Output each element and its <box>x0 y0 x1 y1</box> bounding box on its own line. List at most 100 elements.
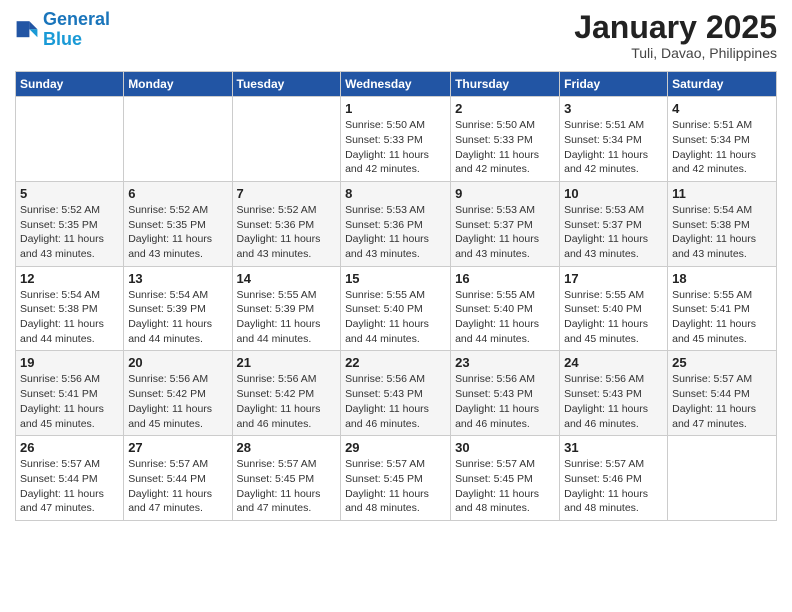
day-info: Sunrise: 5:50 AMSunset: 5:33 PMDaylight:… <box>455 118 555 177</box>
day-info: Sunrise: 5:54 AMSunset: 5:38 PMDaylight:… <box>20 288 119 347</box>
day-number: 10 <box>564 186 663 201</box>
calendar-cell: 10 Sunrise: 5:53 AMSunset: 5:37 PMDayligh… <box>560 181 668 266</box>
calendar-cell: 25 Sunrise: 5:57 AMSunset: 5:44 PMDayligh… <box>668 351 777 436</box>
day-number: 23 <box>455 355 555 370</box>
calendar-cell: 16Sunrise: 5:55 AMSunset: 5:40 PMDayligh… <box>451 266 560 351</box>
logo-general: General <box>43 9 110 29</box>
calendar-cell: 2 Sunrise: 5:50 AMSunset: 5:33 PMDaylight… <box>451 97 560 182</box>
day-info: Sunrise: 5:51 AMSunset: 5:34 PMDaylight:… <box>564 118 663 177</box>
logo-blue: Blue <box>43 29 82 49</box>
day-info: Sunrise: 5:56 AMSunset: 5:43 PMDaylight:… <box>345 372 446 431</box>
page-container: General Blue January 2025 Tuli, Davao, P… <box>0 0 792 531</box>
day-number: 5 <box>20 186 119 201</box>
calendar-cell: 30 Sunrise: 5:57 AMSunset: 5:45 PMDayligh… <box>451 436 560 521</box>
logo-icon <box>15 18 39 42</box>
weekday-header-tuesday: Tuesday <box>232 72 341 97</box>
day-number: 17 <box>564 271 663 286</box>
day-number: 11 <box>672 186 772 201</box>
calendar-cell: 1 Sunrise: 5:50 AMSunset: 5:33 PMDaylight… <box>341 97 451 182</box>
calendar-cell: 17 Sunrise: 5:55 AMSunset: 5:40 PMDayligh… <box>560 266 668 351</box>
calendar-cell <box>16 97 124 182</box>
day-info: Sunrise: 5:55 AMSunset: 5:40 PMDaylight:… <box>455 288 555 347</box>
day-info: Sunrise: 5:53 AMSunset: 5:37 PMDaylight:… <box>564 203 663 262</box>
day-number: 27 <box>128 440 227 455</box>
day-info: Sunrise: 5:55 AMSunset: 5:41 PMDaylight:… <box>672 288 772 347</box>
day-number: 25 <box>672 355 772 370</box>
calendar-cell: 8 Sunrise: 5:53 AMSunset: 5:36 PMDaylight… <box>341 181 451 266</box>
day-info: Sunrise: 5:57 AMSunset: 5:45 PMDaylight:… <box>455 457 555 516</box>
day-info: Sunrise: 5:57 AMSunset: 5:44 PMDaylight:… <box>672 372 772 431</box>
day-number: 22 <box>345 355 446 370</box>
day-number: 29 <box>345 440 446 455</box>
day-info: Sunrise: 5:56 AMSunset: 5:43 PMDaylight:… <box>455 372 555 431</box>
calendar-cell: 24 Sunrise: 5:56 AMSunset: 5:43 PMDayligh… <box>560 351 668 436</box>
day-info: Sunrise: 5:54 AMSunset: 5:39 PMDaylight:… <box>128 288 227 347</box>
calendar-cell: 22 Sunrise: 5:56 AMSunset: 5:43 PMDayligh… <box>341 351 451 436</box>
calendar-cell: 23 Sunrise: 5:56 AMSunset: 5:43 PMDayligh… <box>451 351 560 436</box>
day-info: Sunrise: 5:57 AMSunset: 5:45 PMDaylight:… <box>237 457 337 516</box>
calendar-cell: 28Sunrise: 5:57 AMSunset: 5:45 PMDayligh… <box>232 436 341 521</box>
calendar-cell: 15 Sunrise: 5:55 AMSunset: 5:40 PMDayligh… <box>341 266 451 351</box>
calendar-cell: 12 Sunrise: 5:54 AMSunset: 5:38 PMDayligh… <box>16 266 124 351</box>
calendar-cell <box>668 436 777 521</box>
day-info: Sunrise: 5:50 AMSunset: 5:33 PMDaylight:… <box>345 118 446 177</box>
day-number: 13 <box>128 271 227 286</box>
day-number: 15 <box>345 271 446 286</box>
day-number: 9 <box>455 186 555 201</box>
day-info: Sunrise: 5:56 AMSunset: 5:41 PMDaylight:… <box>20 372 119 431</box>
page-title: January 2025 <box>574 10 777 45</box>
day-info: Sunrise: 5:53 AMSunset: 5:36 PMDaylight:… <box>345 203 446 262</box>
day-info: Sunrise: 5:55 AMSunset: 5:39 PMDaylight:… <box>237 288 337 347</box>
calendar-cell: 14 Sunrise: 5:55 AMSunset: 5:39 PMDayligh… <box>232 266 341 351</box>
day-number: 3 <box>564 101 663 116</box>
day-number: 21 <box>237 355 337 370</box>
weekday-header-saturday: Saturday <box>668 72 777 97</box>
day-info: Sunrise: 5:51 AMSunset: 5:34 PMDaylight:… <box>672 118 772 177</box>
day-info: Sunrise: 5:55 AMSunset: 5:40 PMDaylight:… <box>345 288 446 347</box>
day-number: 14 <box>237 271 337 286</box>
header: General Blue January 2025 Tuli, Davao, P… <box>15 10 777 61</box>
calendar-cell: 3 Sunrise: 5:51 AMSunset: 5:34 PMDaylight… <box>560 97 668 182</box>
day-number: 19 <box>20 355 119 370</box>
weekday-header-monday: Monday <box>124 72 232 97</box>
day-number: 26 <box>20 440 119 455</box>
day-info: Sunrise: 5:56 AMSunset: 5:43 PMDaylight:… <box>564 372 663 431</box>
day-number: 18 <box>672 271 772 286</box>
weekday-header-sunday: Sunday <box>16 72 124 97</box>
day-number: 7 <box>237 186 337 201</box>
calendar-cell: 26 Sunrise: 5:57 AMSunset: 5:44 PMDayligh… <box>16 436 124 521</box>
day-number: 6 <box>128 186 227 201</box>
calendar-table: SundayMondayTuesdayWednesdayThursdayFrid… <box>15 71 777 521</box>
calendar-cell: 5 Sunrise: 5:52 AMSunset: 5:35 PMDaylight… <box>16 181 124 266</box>
day-number: 12 <box>20 271 119 286</box>
day-info: Sunrise: 5:52 AMSunset: 5:35 PMDaylight:… <box>20 203 119 262</box>
day-number: 20 <box>128 355 227 370</box>
calendar-header-row: SundayMondayTuesdayWednesdayThursdayFrid… <box>16 72 777 97</box>
calendar-week-4: 19 Sunrise: 5:56 AMSunset: 5:41 PMDayligh… <box>16 351 777 436</box>
day-number: 31 <box>564 440 663 455</box>
day-info: Sunrise: 5:57 AMSunset: 5:44 PMDaylight:… <box>20 457 119 516</box>
calendar-cell: 18 Sunrise: 5:55 AMSunset: 5:41 PMDayligh… <box>668 266 777 351</box>
weekday-header-thursday: Thursday <box>451 72 560 97</box>
day-number: 24 <box>564 355 663 370</box>
day-number: 8 <box>345 186 446 201</box>
calendar-cell: 6 Sunrise: 5:52 AMSunset: 5:35 PMDaylight… <box>124 181 232 266</box>
calendar-cell: 7 Sunrise: 5:52 AMSunset: 5:36 PMDaylight… <box>232 181 341 266</box>
calendar-cell: 31Sunrise: 5:57 AMSunset: 5:46 PMDayligh… <box>560 436 668 521</box>
day-info: Sunrise: 5:54 AMSunset: 5:38 PMDaylight:… <box>672 203 772 262</box>
calendar-cell: 27Sunrise: 5:57 AMSunset: 5:44 PMDayligh… <box>124 436 232 521</box>
day-info: Sunrise: 5:57 AMSunset: 5:45 PMDaylight:… <box>345 457 446 516</box>
calendar-cell <box>232 97 341 182</box>
calendar-cell: 29 Sunrise: 5:57 AMSunset: 5:45 PMDayligh… <box>341 436 451 521</box>
day-number: 2 <box>455 101 555 116</box>
day-info: Sunrise: 5:52 AMSunset: 5:35 PMDaylight:… <box>128 203 227 262</box>
day-info: Sunrise: 5:55 AMSunset: 5:40 PMDaylight:… <box>564 288 663 347</box>
calendar-cell: 21Sunrise: 5:56 AMSunset: 5:42 PMDayligh… <box>232 351 341 436</box>
day-number: 30 <box>455 440 555 455</box>
calendar-cell: 19 Sunrise: 5:56 AMSunset: 5:41 PMDayligh… <box>16 351 124 436</box>
day-info: Sunrise: 5:56 AMSunset: 5:42 PMDaylight:… <box>128 372 227 431</box>
title-block: January 2025 Tuli, Davao, Philippines <box>574 10 777 61</box>
calendar-week-3: 12 Sunrise: 5:54 AMSunset: 5:38 PMDayligh… <box>16 266 777 351</box>
day-number: 1 <box>345 101 446 116</box>
day-info: Sunrise: 5:52 AMSunset: 5:36 PMDaylight:… <box>237 203 337 262</box>
